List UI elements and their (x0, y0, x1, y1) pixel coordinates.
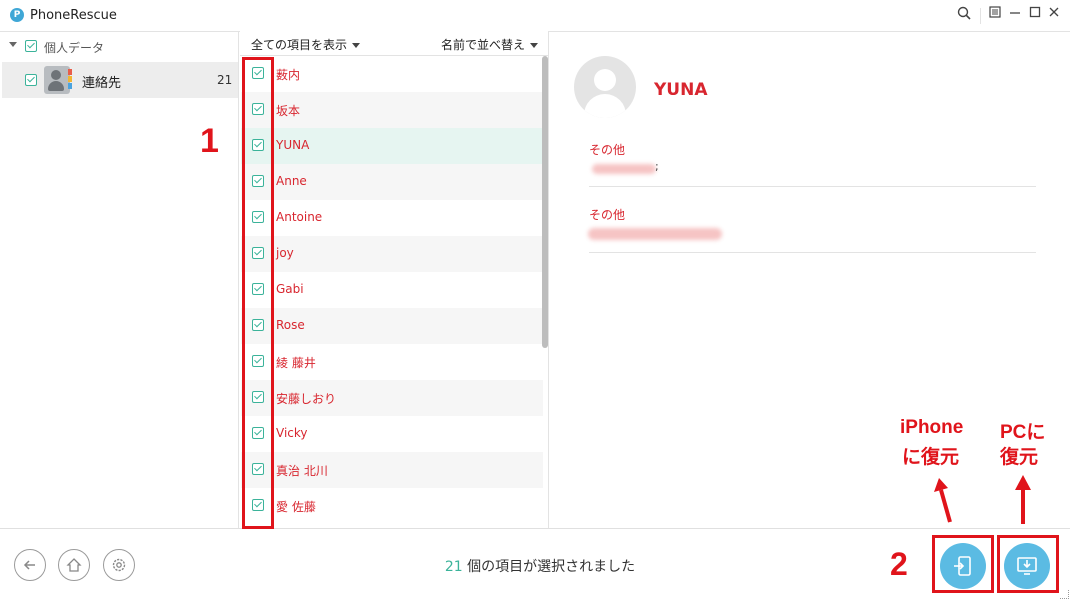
contact-name: Rose (276, 318, 305, 332)
menu-icon[interactable] (986, 6, 1004, 24)
contact-name: Gabi (276, 282, 304, 296)
annotation-iphone-line1: iPhone (900, 417, 964, 438)
filter-dropdown[interactable]: 全ての項目を表示 (251, 36, 361, 53)
footer-border (0, 528, 1070, 529)
list-item[interactable]: Vicky (241, 416, 543, 452)
contacts-book-icon (44, 66, 72, 94)
contacts-checkbox[interactable] (25, 74, 37, 86)
contact-name: Vicky (276, 426, 308, 440)
filter-dropdown-label: 全ての項目を表示 (251, 38, 348, 52)
sidebar-item-count: 21 (217, 73, 233, 87)
field-divider (589, 186, 1036, 187)
field-label: その他 (589, 208, 626, 222)
search-icon[interactable] (955, 6, 973, 24)
sidebar-divider (238, 31, 239, 528)
app-logo-icon: P (10, 8, 24, 22)
selected-count: 21 (444, 559, 463, 575)
annotation-pc-line2: 復元 (1000, 447, 1039, 468)
list-item[interactable]: Anne (241, 164, 543, 200)
contact-name: Antoine (276, 210, 323, 224)
title-bar (0, 0, 1070, 31)
list-item[interactable]: 綾 藤井 (241, 344, 543, 380)
list-item[interactable]: joy (241, 236, 543, 272)
contact-name: 安藤しおり (276, 392, 337, 406)
sort-dropdown[interactable]: 名前で並べ替え (441, 36, 538, 53)
contact-name: joy (276, 246, 294, 260)
annotation-box-iphone (932, 535, 994, 593)
list-item[interactable]: 安藤しおり (241, 380, 543, 416)
minimize-icon[interactable] (1006, 6, 1024, 24)
selected-text: 個の項目が選択されました (462, 559, 636, 575)
selection-status: 21 個の項目が選択されました (340, 556, 740, 576)
expand-caret-icon[interactable] (9, 42, 17, 47)
field-label: その他 (589, 143, 626, 157)
chevron-down-icon (530, 43, 538, 48)
list-header: 全ての項目を表示 名前で並べ替え (240, 31, 548, 56)
redacted-value (588, 228, 722, 240)
contact-name: 薮内 (276, 68, 301, 82)
contact-name: 綾 藤井 (276, 356, 316, 370)
titlebar-divider (980, 8, 981, 24)
back-button[interactable] (14, 549, 46, 581)
contact-name: Anne (276, 174, 307, 188)
contact-name: 真治 北川 (276, 464, 328, 478)
list-item[interactable]: YUNA (241, 128, 543, 164)
list-item[interactable]: 坂本 (241, 92, 543, 128)
root-category-label: 個人データ (44, 41, 105, 55)
contact-name: 坂本 (276, 104, 301, 118)
contact-name: 愛 佐藤 (276, 500, 316, 514)
redacted-value (592, 164, 656, 174)
settings-button[interactable] (103, 549, 135, 581)
annotation-iphone-line2: に復元 (902, 447, 960, 468)
resize-grip[interactable] (1060, 590, 1069, 599)
detail-contact-name: YUNA (654, 80, 708, 100)
app-title: PhoneRescue (30, 8, 117, 23)
close-icon[interactable] (1045, 6, 1063, 24)
root-checkbox[interactable] (25, 40, 37, 52)
annotation-arrow-icon (1015, 475, 1031, 524)
contact-name: YUNA (276, 138, 310, 152)
list-item[interactable]: 愛 佐藤 (241, 488, 543, 524)
field-divider (589, 252, 1036, 253)
sort-dropdown-label: 名前で並べ替え (440, 38, 525, 52)
sidebar-item-label: 連絡先 (82, 76, 122, 91)
annotation-arrow-icon (934, 478, 952, 523)
field-value-suffix: ; (655, 160, 659, 173)
maximize-icon[interactable] (1026, 6, 1044, 24)
avatar (574, 56, 636, 118)
list-item[interactable]: Antoine (241, 200, 543, 236)
list-item[interactable]: Gabi (241, 272, 543, 308)
contact-list: 薮内 坂本 YUNA Anne Antoine joy Gabi Rose 綾 … (241, 56, 543, 528)
annotation-number-2: 2 (890, 546, 908, 582)
annotation-number-1: 1 (200, 122, 219, 160)
annotation-pc-line1: PCに (1000, 422, 1046, 443)
list-item[interactable]: Rose (241, 308, 543, 344)
annotation-box-checkboxes (242, 57, 274, 529)
home-button[interactable] (58, 549, 90, 581)
list-item[interactable]: 真治 北川 (241, 452, 543, 488)
list-item[interactable]: 薮内 (241, 56, 543, 92)
list-divider (548, 31, 549, 528)
annotation-box-pc (997, 535, 1059, 593)
chevron-down-icon (352, 43, 361, 48)
